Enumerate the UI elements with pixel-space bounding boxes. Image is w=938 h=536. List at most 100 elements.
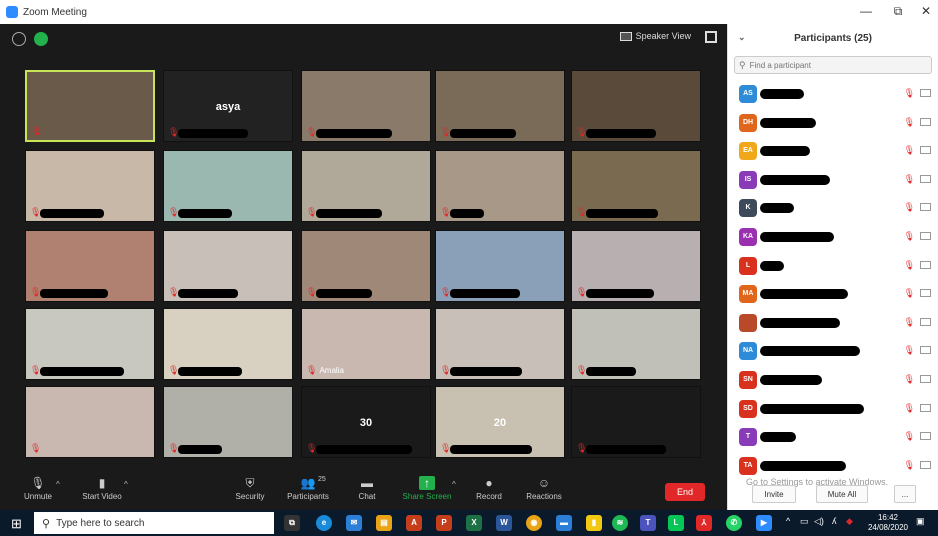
participant-video-tile[interactable]: 🎙	[25, 308, 155, 380]
fullscreen-icon[interactable]	[705, 31, 717, 43]
participant-video-tile[interactable]: 🎙 asya	[163, 70, 293, 142]
zoom-taskbar-icon[interactable]: ▶	[756, 515, 772, 531]
participant-video-tile[interactable]: 🎙	[571, 230, 701, 302]
excel-icon[interactable]: X	[466, 515, 482, 531]
whatsapp-icon[interactable]: ✆	[726, 515, 742, 531]
security-button[interactable]: ⛨ Security	[230, 476, 270, 501]
participant-video-tile[interactable]: 🎙	[163, 150, 293, 222]
participant-search[interactable]: ⚲	[734, 56, 932, 74]
participant-video-tile[interactable]: 🎙	[163, 230, 293, 302]
share-screen-button[interactable]: ↑ Share Screen ^	[402, 476, 456, 501]
mute-all-button[interactable]: Mute All	[816, 485, 868, 503]
edge-browser-icon[interactable]: e	[316, 515, 332, 531]
participant-row[interactable]: DH 🎙	[728, 109, 938, 138]
participant-video-tile[interactable]: 🎙	[163, 386, 293, 458]
participant-video-tile[interactable]: 🎙	[571, 70, 701, 142]
participant-video-tile[interactable]: 🎙 20	[435, 386, 565, 458]
invite-button[interactable]: Invite	[752, 485, 796, 503]
reactions-button[interactable]: ☺ Reactions	[522, 476, 566, 501]
video-off-icon	[920, 317, 931, 326]
participant-video-tile[interactable]: 🎙	[435, 150, 565, 222]
input-language-icon[interactable]: ʎ	[832, 516, 837, 526]
video-off-icon	[920, 460, 931, 469]
participant-row[interactable]: IS 🎙	[728, 166, 938, 195]
unmute-button[interactable]: 🎙 Unmute ^	[18, 476, 60, 501]
participant-video-tile[interactable]: 🎙	[163, 308, 293, 380]
end-meeting-button[interactable]: End	[665, 483, 705, 501]
muted-mic-icon: 🎙	[903, 116, 915, 127]
maximize-button[interactable]: ⧉	[888, 4, 908, 19]
tray-chevron-icon[interactable]: ^	[786, 516, 790, 526]
participant-video-tile[interactable]: 🎙	[435, 70, 565, 142]
participant-video-tile[interactable]: 🎙	[571, 150, 701, 222]
participant-row[interactable]: SD 🎙	[728, 395, 938, 424]
participant-search-input[interactable]	[749, 60, 920, 70]
participant-row[interactable]: L 🎙	[728, 252, 938, 281]
redaction-mark	[178, 289, 238, 298]
minimize-button[interactable]: —	[856, 4, 876, 18]
participants-panel-title: Participants (25)	[794, 32, 872, 44]
encryption-shield-icon[interactable]	[34, 32, 48, 46]
record-button[interactable]: ● Record	[472, 476, 506, 501]
participant-row[interactable]: 🎙	[728, 309, 938, 338]
audio-options-caret-icon[interactable]: ^	[56, 480, 60, 489]
powerpoint-icon[interactable]: P	[436, 515, 452, 531]
panel-footer: Invite Mute All ...	[728, 484, 938, 506]
redaction-mark	[586, 445, 666, 454]
participant-video-tile[interactable]: 🎙	[25, 70, 155, 142]
start-video-button[interactable]: ▮ Start Video ^	[78, 476, 128, 501]
sticky-notes-icon[interactable]: ▮	[586, 515, 602, 531]
notification-center-icon[interactable]: ▣	[916, 516, 925, 527]
participant-row[interactable]: AS 🎙	[728, 80, 938, 109]
participant-video-tile[interactable]: 🎙	[301, 230, 431, 302]
participant-video-tile[interactable]: 🎙	[25, 150, 155, 222]
acrobat-icon[interactable]: ⅄	[696, 515, 712, 531]
speaker-view-button[interactable]: Speaker View	[619, 31, 691, 41]
participant-video-tile[interactable]: 🎙	[571, 386, 701, 458]
participant-row[interactable]: T 🎙	[728, 423, 938, 452]
spotify-icon[interactable]: ≋	[612, 515, 628, 531]
share-options-caret-icon[interactable]: ^	[452, 480, 456, 489]
more-options-button[interactable]: ...	[894, 485, 916, 503]
redaction-mark	[316, 129, 392, 138]
participant-video-tile[interactable]: 🎙	[301, 150, 431, 222]
participant-video-tile[interactable]: 🎙	[435, 230, 565, 302]
windows-start-icon[interactable]: ⊞	[11, 516, 22, 532]
participant-video-tile[interactable]: 🎙 Amalia	[301, 308, 431, 380]
tray-app-icon[interactable]: ◆	[846, 516, 853, 527]
volume-icon[interactable]: ◁)	[814, 516, 824, 527]
participant-video-tile[interactable]: 🎙	[25, 386, 155, 458]
participants-button[interactable]: 👥 Participants 25	[284, 476, 332, 501]
line-icon[interactable]: L	[668, 515, 684, 531]
participant-video-tile[interactable]: 🎙	[571, 308, 701, 380]
access-icon[interactable]: A	[406, 515, 422, 531]
chrome-icon[interactable]: ◉	[526, 515, 542, 531]
close-button[interactable]: ✕	[916, 4, 936, 18]
file-explorer-icon[interactable]: ▤	[376, 515, 392, 531]
chat-button[interactable]: ▬ Chat	[350, 476, 384, 501]
task-view-icon[interactable]: ⧉	[284, 515, 300, 531]
participant-row[interactable]: MA 🎙	[728, 280, 938, 309]
participant-row[interactable]: SN 🎙	[728, 366, 938, 395]
taskbar-clock[interactable]: 16:42 24/08/2020	[868, 513, 908, 533]
participant-video-tile[interactable]: 🎙Connecting to au... ⋯30	[301, 386, 431, 458]
video-off-icon	[920, 374, 931, 383]
mail-icon[interactable]: ✉	[346, 515, 362, 531]
participant-row[interactable]: NA 🎙	[728, 337, 938, 366]
participant-video-tile[interactable]: 🎙	[301, 70, 431, 142]
redaction-mark	[450, 129, 516, 138]
chevron-down-icon[interactable]: ⌄	[738, 32, 746, 43]
network-icon[interactable]: ▭	[800, 516, 809, 527]
video-options-caret-icon[interactable]: ^	[124, 480, 128, 489]
participant-row[interactable]: K 🎙	[728, 194, 938, 223]
participant-video-tile[interactable]: 🎙	[25, 230, 155, 302]
redaction-mark	[586, 289, 654, 298]
participant-row[interactable]: KA 🎙	[728, 223, 938, 252]
participant-row[interactable]: EA 🎙	[728, 137, 938, 166]
info-icon[interactable]	[12, 32, 26, 46]
participant-video-tile[interactable]: 🎙	[435, 308, 565, 380]
taskbar-search[interactable]: ⚲ Type here to search	[34, 512, 274, 534]
app-icon[interactable]: ▬	[556, 515, 572, 531]
word-icon[interactable]: W	[496, 515, 512, 531]
teams-icon[interactable]: T	[640, 515, 656, 531]
